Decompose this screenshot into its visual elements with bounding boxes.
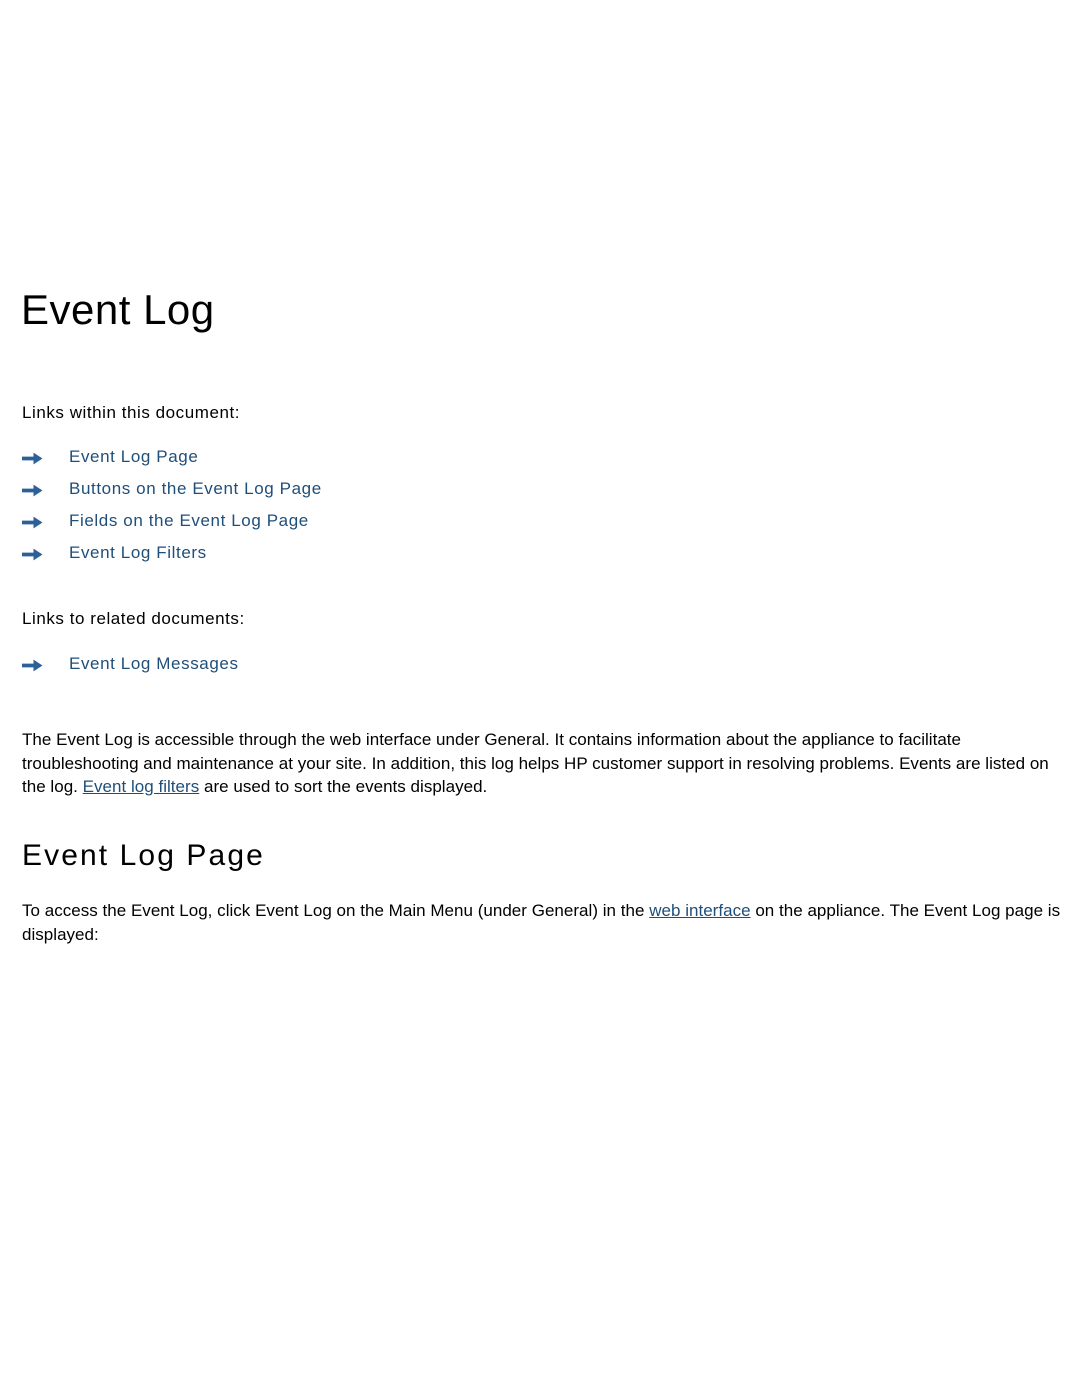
links-within-document-list: Event Log Page Buttons on the Event Log …	[0, 446, 322, 574]
sidebar-link-event-log-page[interactable]: Event Log Page	[69, 446, 198, 468]
list-item[interactable]: Buttons on the Event Log Page	[0, 478, 322, 510]
section-heading-event-log-page: Event Log Page	[22, 838, 265, 872]
sidebar-link-fields-on-the-event-log-page[interactable]: Fields on the Event Log Page	[69, 510, 309, 532]
list-item[interactable]: Event Log Messages	[0, 653, 239, 685]
list-item[interactable]: Event Log Page	[0, 446, 322, 478]
intro-paragraph-text-part2: are used to sort the events displayed.	[199, 777, 488, 796]
inline-link-web-interface[interactable]: web interface	[649, 901, 750, 920]
links-to-related-documents-label: Links to related documents:	[22, 609, 245, 628]
intro-paragraph: The Event Log is accessible through the …	[22, 728, 1062, 799]
page-title: Event Log	[21, 286, 215, 334]
sidebar-link-event-log-filters[interactable]: Event Log Filters	[69, 542, 207, 564]
arrow-right-icon	[22, 548, 43, 561]
arrow-right-icon	[22, 452, 43, 465]
related-link-event-log-messages[interactable]: Event Log Messages	[69, 653, 239, 675]
links-within-document-label: Links within this document:	[22, 403, 241, 422]
list-item[interactable]: Fields on the Event Log Page	[0, 510, 322, 542]
access-paragraph-text-part1: To access the Event Log, click Event Log…	[22, 901, 650, 920]
document-page: Event Log Links within this document: Ev…	[0, 0, 1080, 1397]
access-paragraph: To access the Event Log, click Event Log…	[22, 899, 1062, 946]
links-to-related-documents-list: Event Log Messages	[0, 653, 239, 685]
arrow-right-icon	[22, 659, 43, 672]
inline-link-event-log-filters[interactable]: Event log filters	[83, 777, 200, 796]
sidebar-link-buttons-on-the-event-log-page[interactable]: Buttons on the Event Log Page	[69, 478, 322, 500]
arrow-right-icon	[22, 484, 43, 497]
arrow-right-icon	[22, 516, 43, 529]
list-item[interactable]: Event Log Filters	[0, 542, 322, 574]
